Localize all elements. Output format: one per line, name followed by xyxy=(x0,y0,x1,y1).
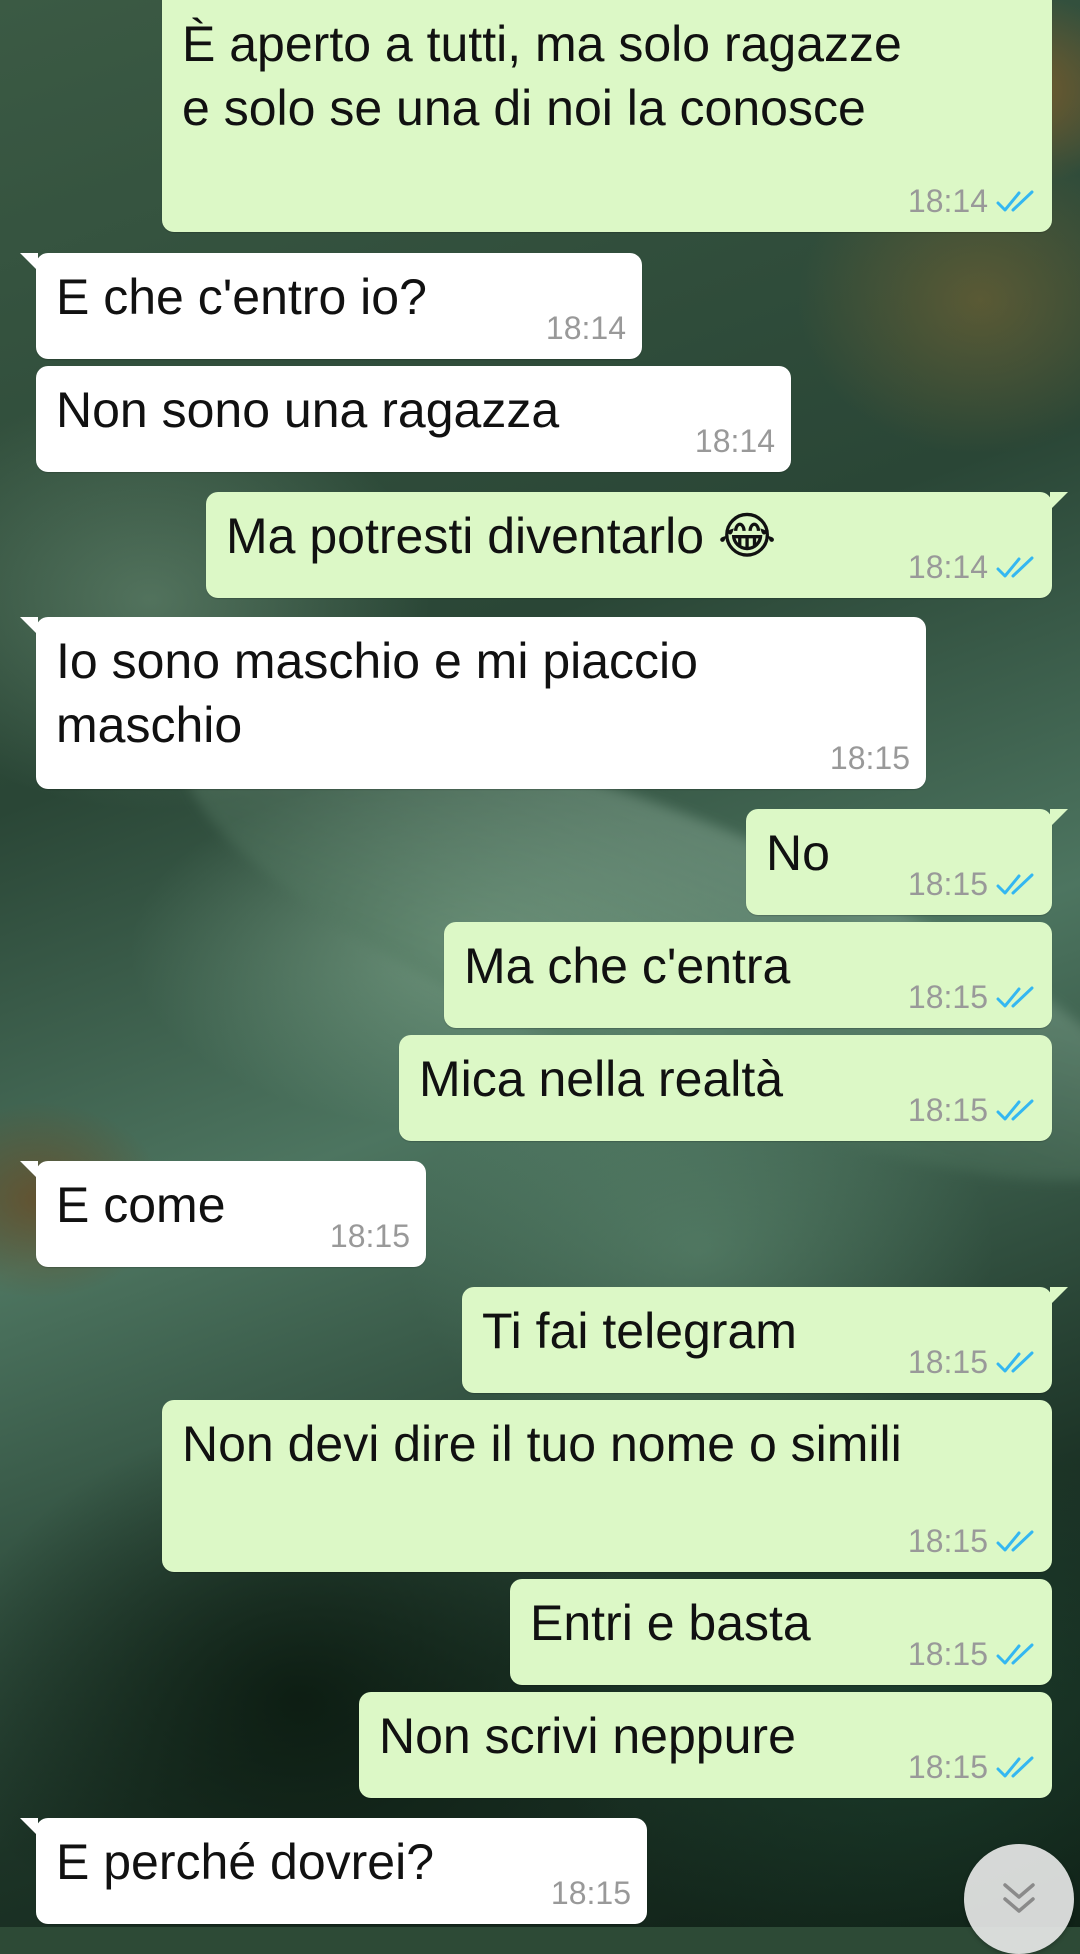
message-meta: 18:15 xyxy=(908,1749,1036,1786)
message-bubble-incoming[interactable]: Non sono una ragazza 18:14 xyxy=(36,366,791,472)
double-check-icon xyxy=(996,1530,1034,1551)
message-time: 18:15 xyxy=(907,1523,988,1559)
message-list[interactable]: È aperto a tutti, ma solo ragazze e solo… xyxy=(0,0,1080,1927)
message-bubble-outgoing[interactable]: Non devi dire il tuo nome o simili 18:15 xyxy=(162,1400,1052,1572)
message-time: 18:15 xyxy=(907,866,988,902)
message-bubble-outgoing[interactable]: Ma potresti diventarlo 😂 18:14 xyxy=(206,492,1068,598)
message-time: 18:15 xyxy=(907,1749,988,1785)
message-time: 18:14 xyxy=(907,549,988,585)
message-meta: 18:15 xyxy=(908,979,1036,1016)
message-bubble-outgoing[interactable]: Entri e basta 18:15 xyxy=(510,1579,1052,1685)
message-text: E perché dovrei? xyxy=(56,1834,435,1890)
message-bubble-incoming[interactable]: E perché dovrei? 18:15 xyxy=(20,1818,647,1924)
message-bubble-outgoing[interactable]: È aperto a tutti, ma solo ragazze e solo… xyxy=(162,0,1052,232)
message-meta: 18:15 xyxy=(330,1218,410,1255)
message-meta: 18:14 xyxy=(908,183,1036,220)
message-bubble-incoming[interactable]: E che c'entro io? 18:14 xyxy=(20,253,642,359)
message-time: 18:15 xyxy=(550,1875,631,1911)
message-time: 18:15 xyxy=(907,1636,988,1672)
message-text: Non devi dire il tuo nome o simili xyxy=(182,1416,902,1472)
message-meta: 18:15 xyxy=(908,1636,1036,1673)
message-time: 18:14 xyxy=(907,183,988,219)
message-bubble-outgoing[interactable]: Ti fai telegram 18:15 xyxy=(462,1287,1068,1393)
message-meta: 18:14 xyxy=(546,310,626,347)
message-time: 18:14 xyxy=(694,423,775,459)
double-check-icon xyxy=(996,873,1034,894)
double-check-icon xyxy=(996,1351,1034,1372)
message-time: 18:15 xyxy=(907,1344,988,1380)
double-check-icon xyxy=(996,190,1034,211)
double-check-icon xyxy=(996,1099,1034,1120)
message-text: Non sono una ragazza xyxy=(56,382,560,438)
double-check-icon xyxy=(996,556,1034,577)
message-time: 18:15 xyxy=(829,740,910,776)
message-bubble-incoming[interactable]: E come 18:15 xyxy=(20,1161,426,1267)
message-bubble-outgoing[interactable]: No 18:15 xyxy=(746,809,1068,915)
message-meta: 18:15 xyxy=(830,740,910,777)
message-text: È aperto a tutti, ma solo ragazze e solo… xyxy=(182,16,902,136)
scroll-to-bottom-button[interactable] xyxy=(964,1844,1074,1954)
message-text: E che c'entro io? xyxy=(56,269,427,325)
message-meta: 18:15 xyxy=(908,1092,1036,1129)
message-bubble-outgoing[interactable]: Mica nella realtà 18:15 xyxy=(399,1035,1052,1141)
message-meta: 18:14 xyxy=(695,423,775,460)
message-time: 18:14 xyxy=(545,310,626,346)
message-meta: 18:15 xyxy=(908,1523,1036,1560)
double-chevron-down-icon xyxy=(1003,1883,1035,1913)
message-bubble-outgoing[interactable]: Ma che c'entra 18:15 xyxy=(444,922,1052,1028)
message-text: Io sono maschio e mi piaccio maschio xyxy=(56,633,698,753)
message-meta: 18:15 xyxy=(908,1344,1036,1381)
message-time: 18:15 xyxy=(907,979,988,1015)
double-check-icon xyxy=(996,1756,1034,1777)
double-check-icon xyxy=(996,986,1034,1007)
message-meta: 18:14 xyxy=(908,549,1036,586)
message-bubble-incoming[interactable]: Io sono maschio e mi piaccio maschio 18:… xyxy=(20,617,926,789)
message-meta: 18:15 xyxy=(551,1875,631,1912)
message-meta: 18:15 xyxy=(908,866,1036,903)
message-time: 18:15 xyxy=(329,1218,410,1254)
double-check-icon xyxy=(996,1643,1034,1664)
message-time: 18:15 xyxy=(907,1092,988,1128)
message-bubble-outgoing[interactable]: Non scrivi neppure 18:15 xyxy=(359,1692,1052,1798)
